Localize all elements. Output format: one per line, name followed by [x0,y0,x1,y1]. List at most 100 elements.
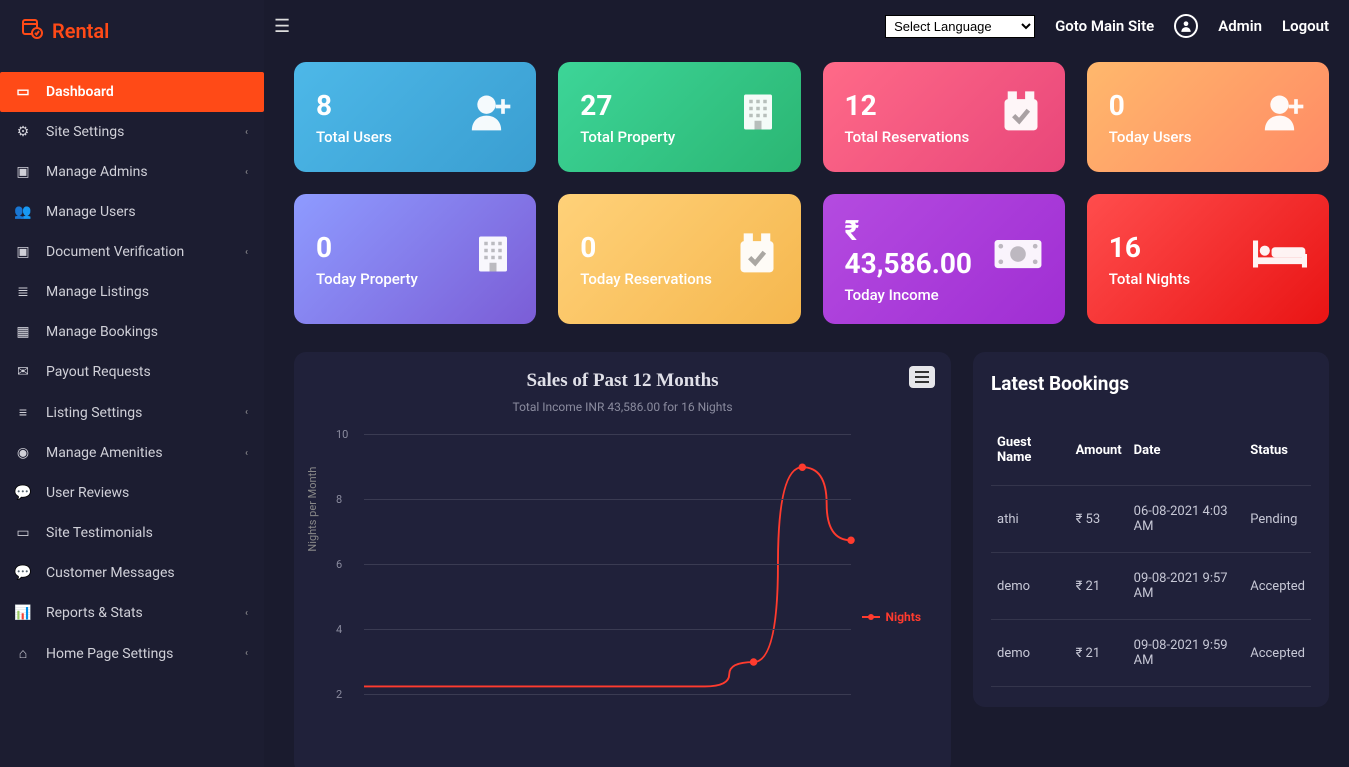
ytick: 6 [336,558,342,571]
nav-icon: ▣ [14,164,32,180]
user-plus-icon [470,90,514,145]
language-select[interactable]: Select Language [885,15,1035,38]
calendar-check-icon [999,90,1043,145]
card-value: 0 [1109,89,1192,122]
sidebar-item-dashboard[interactable]: ▭ Dashboard [0,72,264,112]
nav-icon: 👥 [14,204,32,220]
card-total-users[interactable]: 8 Total Users [294,62,536,172]
sidebar-item-manage-listings[interactable]: ≣ Manage Listings [0,272,264,312]
card-today-users[interactable]: 0 Today Users [1087,62,1329,172]
sidebar-item-payout-requests[interactable]: ✉ Payout Requests [0,352,264,392]
nav-label: Home Page Settings [46,646,173,662]
card-today-income[interactable]: ₹ 43,586.00 Today Income [823,194,1065,324]
sidebar-item-manage-amenities[interactable]: ◉ Manage Amenities ‹ [0,433,264,473]
nav-label: Customer Messages [46,565,175,581]
sidebar-item-site-settings[interactable]: ⚙ Site Settings‹ [0,112,264,152]
cell-date: 09-08-2021 9:59 AM [1128,620,1245,687]
admin-link[interactable]: Admin [1218,17,1262,35]
nav-icon: ⌂ [14,645,32,662]
cell-date: 09-08-2021 9:57 AM [1128,553,1245,620]
card-label: Total Reservations [845,128,970,146]
sidebar-item-manage-bookings[interactable]: ▦ Manage Bookings [0,312,264,352]
sidebar-item-listing-settings[interactable]: ≡ Listing Settings‹ [0,392,264,433]
chart-title: Sales of Past 12 Months [314,370,931,392]
cell-guest: demo [991,553,1070,620]
card-value: 0 [580,231,712,264]
bed-icon [1253,234,1307,285]
sidebar-item-document-verification[interactable]: ▣ Document Verification ‹ [0,232,264,272]
card-today-reservations[interactable]: 0 Today Reservations [558,194,800,324]
sidebar-item-manage-users[interactable]: 👥 Manage Users [0,192,264,232]
card-value: ₹ 43,586.00 [845,214,993,280]
card-label: Today Property [316,270,418,288]
cell-status: Pending [1244,486,1311,553]
sidebar-item-reports-stats[interactable]: 📊 Reports & Stats‹ [0,593,264,633]
nav-label: Manage Bookings [46,324,158,340]
table-row[interactable]: athi ₹ 53 06-08-2021 4:03 AM Pending [991,486,1311,553]
building-icon [472,233,514,286]
sidebar-item-manage-admins[interactable]: ▣ Manage Admins ‹ [0,152,264,192]
cell-amount: ₹ 21 [1070,620,1128,687]
nav-icon: ≣ [14,284,32,300]
nav-label: Manage Listings [46,284,149,300]
card-label: Today Income [845,286,993,304]
card-value: 0 [316,231,418,264]
brand-logo[interactable]: Rental [0,0,264,62]
bookings-table: Guest NameAmountDateStatus athi ₹ 53 06-… [991,425,1311,687]
goto-main-site-link[interactable]: Goto Main Site [1055,17,1154,35]
card-total-nights[interactable]: 16 Total Nights [1087,194,1329,324]
nav-label: Manage Admins [46,164,148,180]
card-value: 16 [1109,231,1190,264]
nav-label: Site Testimonials [46,525,153,541]
cell-status: Accepted [1244,553,1311,620]
bookings-title: Latest Bookings [991,372,1311,395]
chart-menu-icon[interactable] [909,366,935,388]
chevron-left-icon: ‹ [245,608,248,619]
sidebar-item-site-testimonials[interactable]: ▭ Site Testimonials [0,513,264,553]
ytick: 2 [336,688,342,701]
sidebar-item-home-page-settings[interactable]: ⌂ Home Page Settings‹ [0,633,264,674]
sales-chart-panel: Sales of Past 12 Months Total Income INR… [294,352,951,767]
chart-line [364,434,851,714]
chevron-left-icon: ‹ [245,247,248,258]
card-value: 8 [316,89,392,122]
table-row[interactable]: demo ₹ 21 09-08-2021 9:57 AM Accepted [991,553,1311,620]
nav-icon: ✉ [14,364,32,380]
sidebar-item-user-reviews[interactable]: 💬 User Reviews [0,473,264,513]
sidebar-nav: ▭ Dashboard⚙ Site Settings‹▣ Manage Admi… [0,72,264,674]
card-total-reservations[interactable]: 12 Total Reservations [823,62,1065,172]
nav-label: Listing Settings [46,405,142,421]
nav-icon: ◉ [14,445,32,461]
chart-ylabel: Nights per Month [306,467,319,552]
ytick: 8 [336,493,342,506]
cell-guest: athi [991,486,1070,553]
nav-label: Document Verification [46,244,184,260]
chevron-left-icon: ‹ [245,167,248,178]
nav-label: Manage Users [46,204,136,220]
table-row[interactable]: demo ₹ 21 09-08-2021 9:59 AM Accepted [991,620,1311,687]
nav-icon: 📊 [14,605,32,621]
cell-date: 06-08-2021 4:03 AM [1128,486,1245,553]
bookings-col: Guest Name [991,425,1070,486]
card-today-property[interactable]: 0 Today Property [294,194,536,324]
card-label: Today Reservations [580,270,712,288]
brand-text: Rental [52,19,109,43]
logout-link[interactable]: Logout [1282,17,1329,35]
card-label: Total Users [316,128,392,146]
hamburger-icon[interactable]: ☰ [274,16,290,37]
card-total-property[interactable]: 27 Total Property [558,62,800,172]
calendar-icon [20,16,44,46]
chart-subtitle: Total Income INR 43,586.00 for 16 Nights [314,400,931,414]
topbar: ☰ Select Language Goto Main Site Admin L… [264,0,1349,52]
cell-amount: ₹ 21 [1070,553,1128,620]
chart-legend: Nights [862,610,921,624]
cell-status: Accepted [1244,620,1311,687]
bookings-col: Amount [1070,425,1128,486]
sidebar-item-customer-messages[interactable]: 💬 Customer Messages [0,553,264,593]
nav-icon: ▣ [14,244,32,260]
chevron-left-icon: ‹ [245,448,248,459]
avatar-icon[interactable] [1174,14,1198,38]
nav-label: Manage Amenities [46,445,163,461]
sidebar: Rental ▭ Dashboard⚙ Site Settings‹▣ Mana… [0,0,264,767]
calendar-check-icon [735,232,779,287]
